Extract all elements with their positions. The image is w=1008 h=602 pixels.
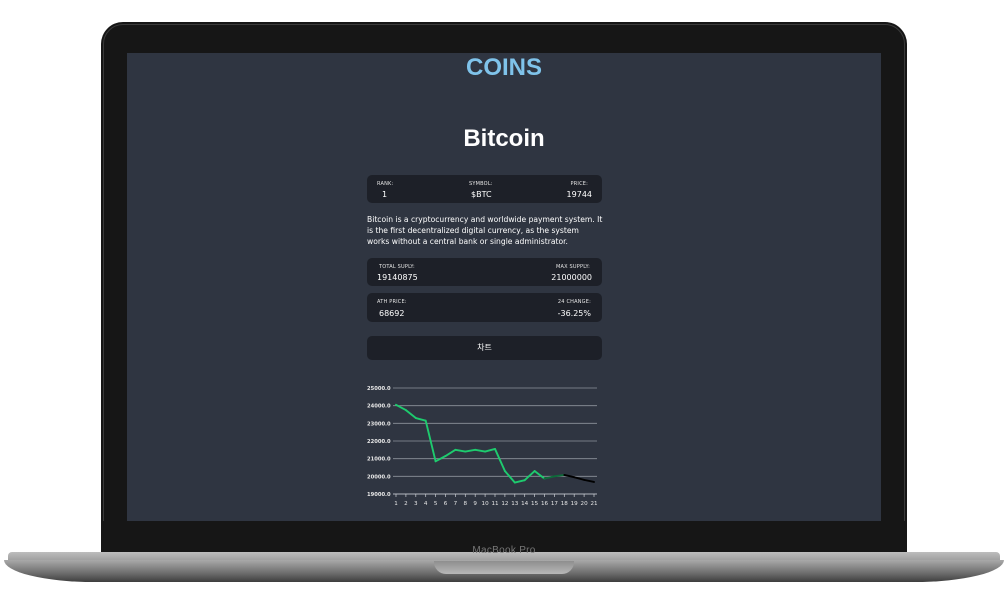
y-tick-label: 25000.0: [367, 386, 391, 392]
change-24h-value: -36.25%: [557, 309, 591, 318]
x-tick-label: 17: [551, 501, 559, 507]
price-line-segment: [444, 448, 457, 457]
rank-value: 1: [382, 190, 388, 199]
total-supply-label: TOTAL SUPLY:: [379, 264, 415, 270]
x-tick-label: 1: [394, 501, 398, 507]
y-tick-label: 22000.0: [367, 439, 391, 445]
symbol-label: SYMBOL:: [469, 181, 493, 187]
x-tick-label: 10: [482, 501, 490, 507]
price-line-segment: [513, 479, 526, 484]
screen: COINS Bitcoin RANK: 1 SYMBOL: $BTC PRICE…: [127, 53, 881, 521]
price-value: 19744: [566, 190, 592, 199]
ath-price-value: 68692: [379, 309, 405, 318]
ath-card: ATH PRICE: 68692 24 CHANGE: -36.25%: [367, 293, 602, 322]
laptop-brand-label: MacBook Pro: [472, 545, 536, 556]
total-supply-value: 19140875: [377, 273, 418, 282]
y-tick-label: 21000.0: [367, 457, 391, 463]
x-tick-label: 5: [434, 501, 438, 507]
price-line-segment: [484, 447, 496, 453]
y-tick-label: 20000.0: [367, 474, 391, 480]
price-chart-svg: 25000.0 24000.0 23000.0 22000.0 21000.0 20000…: [367, 386, 598, 507]
x-tick-label: 7: [454, 501, 458, 507]
laptop-notch: [434, 561, 574, 574]
price-line-segment: [563, 473, 576, 479]
price-line-segment: [503, 470, 516, 484]
x-tick-label: 12: [501, 501, 508, 507]
change-24h-label: 24 CHANGE:: [557, 299, 591, 305]
price-chart: 25000.0 24000.0 23000.0 22000.0 21000.0 20000…: [363, 379, 613, 513]
price-line-segment: [583, 478, 595, 483]
price-line-segment: [494, 447, 506, 472]
x-tick-label: 2: [404, 501, 408, 507]
x-tick-label: 16: [541, 501, 549, 507]
max-supply-label: MAX SUPPLY:: [555, 264, 590, 270]
x-tick-label: 8: [464, 501, 468, 507]
price-line-segment: [464, 448, 477, 453]
price-line-segment: [404, 409, 417, 419]
x-tick-label: 19: [571, 501, 579, 507]
price-line-segment: [533, 470, 546, 480]
x-tick-label: 21: [590, 501, 598, 507]
x-tick-label: 11: [491, 501, 499, 507]
x-tick-label: 20: [581, 501, 589, 507]
ath-price-label: ATH PRICE:: [377, 299, 407, 305]
coin-description: Bitcoin is a cryptocurrency and worldwid…: [367, 215, 603, 246]
x-tick-label: 13: [511, 501, 519, 507]
x-tick-label: 6: [444, 501, 448, 507]
price-line-segment: [454, 448, 467, 453]
coin-name: Bitcoin: [463, 125, 545, 152]
x-tick-label: 3: [414, 501, 418, 507]
app-title[interactable]: COINS: [127, 53, 881, 83]
max-supply-value: 21000000: [551, 273, 592, 282]
price-line-segment: [523, 470, 536, 482]
x-tick-label: 15: [531, 501, 539, 507]
overview-card: RANK: 1 SYMBOL: $BTC PRICE: 19744: [367, 175, 602, 203]
x-tick-label: 18: [561, 501, 569, 507]
y-tick-label: 24000.0: [367, 404, 391, 410]
price-line-segment: [573, 476, 586, 481]
x-tick-label: 4: [424, 501, 428, 507]
rank-label: RANK:: [377, 181, 394, 187]
price-label: PRICE:: [570, 181, 588, 187]
symbol-value: $BTC: [471, 190, 492, 199]
price-line-segment: [474, 448, 487, 453]
x-tick-label: 14: [521, 501, 529, 507]
supply-card: TOTAL SUPLY: 19140875 MAX SUPPLY: 210000…: [367, 258, 602, 286]
chart-button[interactable]: 차트: [367, 336, 602, 360]
y-tick-label: 23000.0: [367, 421, 391, 427]
y-tick-label: 19000.0: [367, 492, 391, 498]
price-line-segment: [414, 417, 427, 422]
x-tick-label: 9: [473, 501, 477, 507]
